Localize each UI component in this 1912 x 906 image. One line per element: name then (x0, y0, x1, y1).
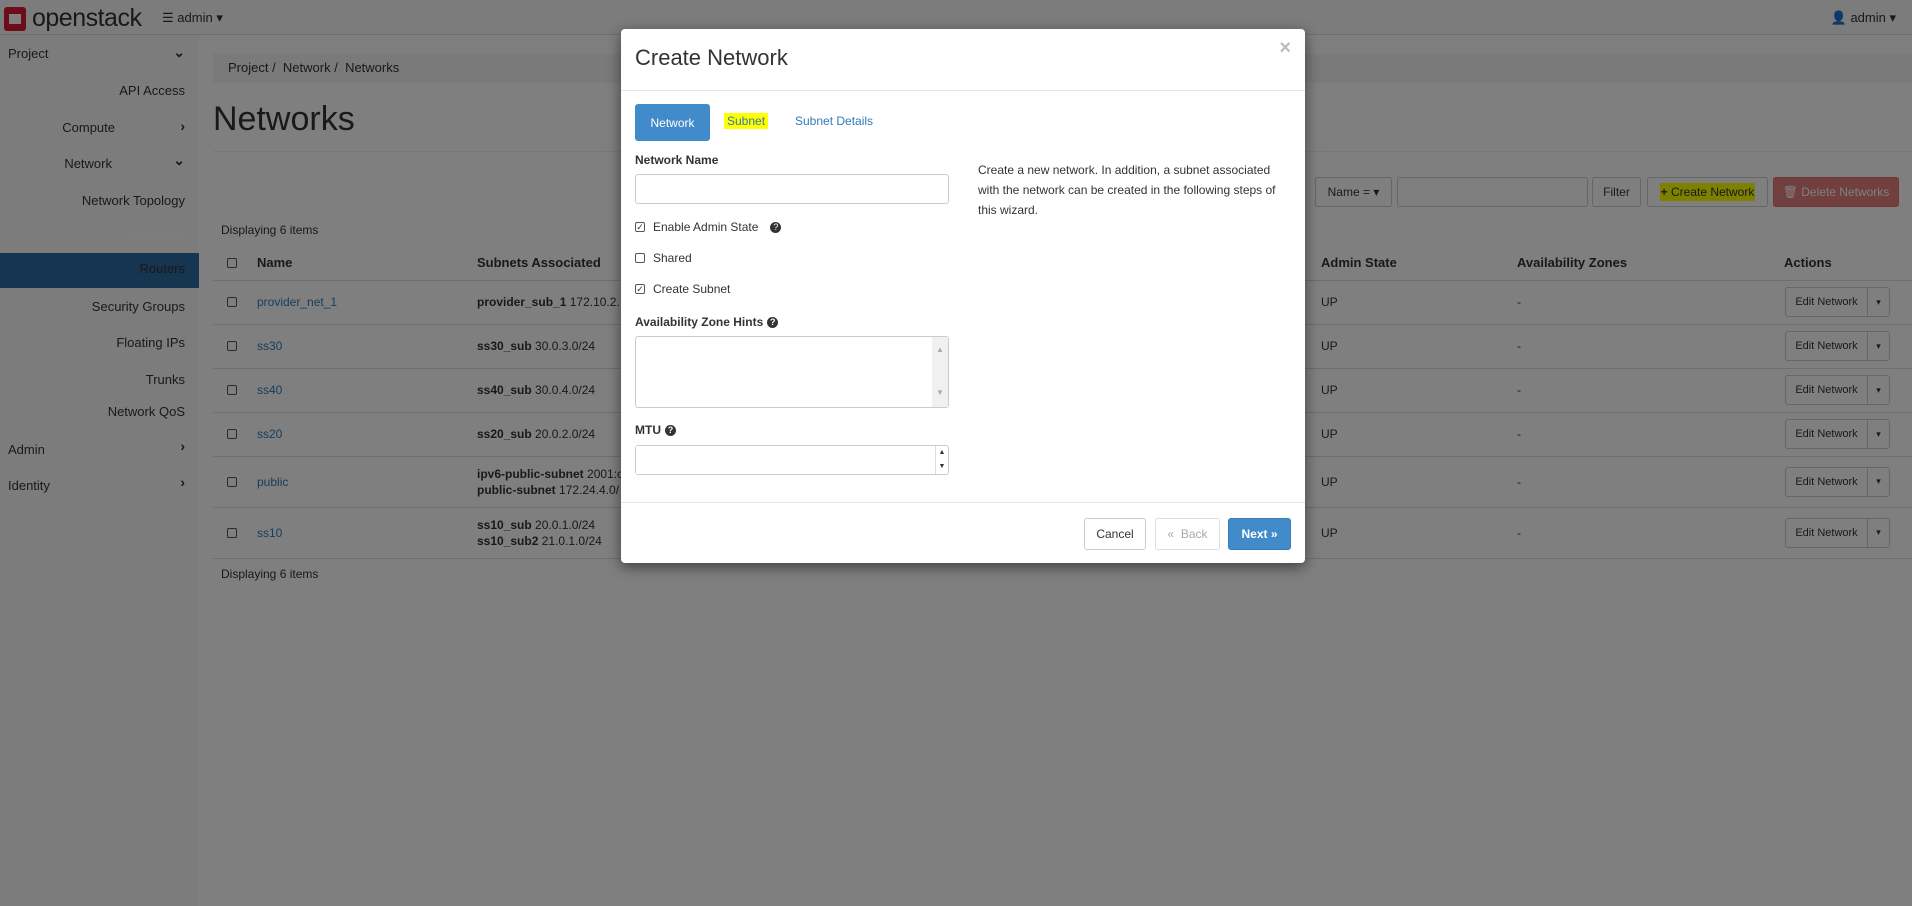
tab-network[interactable]: Network (635, 104, 710, 141)
create-network-modal: Create Network × Network Subnet Subnet D… (621, 29, 1305, 563)
modal-description: Create a new network. In addition, a sub… (978, 163, 1276, 217)
create-subnet-checkbox[interactable]: ✓ Create Subnet (635, 282, 730, 296)
divider (621, 502, 1305, 503)
network-name-label: Network Name (635, 153, 719, 167)
help-icon: ? (665, 425, 676, 437)
checkbox-checked-icon: ✓ (635, 284, 645, 294)
az-hints-label: Availability Zone Hints? (635, 315, 779, 329)
back-button[interactable]: « Back (1155, 518, 1220, 550)
checkbox-icon (635, 253, 645, 263)
modal-title: Create Network (635, 45, 788, 70)
next-button[interactable]: Next » (1228, 518, 1291, 550)
tab-subnet[interactable]: Subnet (724, 113, 769, 129)
az-hints-select[interactable]: ▲ ▼ (635, 336, 949, 408)
network-name-input[interactable] (635, 174, 949, 204)
shared-checkbox[interactable]: Shared (635, 251, 692, 265)
close-icon[interactable]: × (1279, 37, 1291, 60)
tab-subnet-details[interactable]: Subnet Details (795, 114, 873, 128)
divider (621, 90, 1305, 91)
mtu-value[interactable] (636, 446, 926, 474)
number-spinner[interactable]: ▲ ▼ (935, 446, 948, 474)
mtu-input[interactable]: ▲ ▼ (635, 445, 949, 475)
enable-admin-state-checkbox[interactable]: ✓ Enable Admin State? (635, 220, 782, 234)
cancel-button[interactable]: Cancel (1084, 518, 1146, 550)
scrollbar[interactable]: ▲ ▼ (932, 337, 948, 407)
mtu-label: MTU? (635, 423, 676, 437)
help-icon: ? (767, 317, 779, 329)
help-icon: ? (770, 221, 782, 233)
checkbox-checked-icon: ✓ (635, 222, 645, 232)
